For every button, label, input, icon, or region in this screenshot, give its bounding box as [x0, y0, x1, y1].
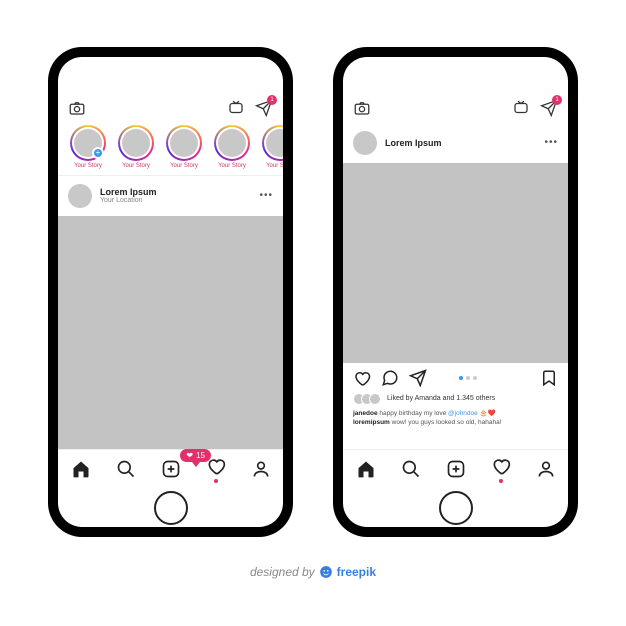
post-header: Lorem Ipsum •••: [343, 123, 568, 163]
credit-prefix: designed by: [250, 565, 315, 579]
dm-badge: 1: [552, 95, 562, 105]
like-count: 15: [196, 451, 205, 460]
search-icon[interactable]: [401, 459, 421, 479]
send-icon[interactable]: 1: [540, 99, 558, 117]
post-actions: [343, 363, 568, 389]
comment-emoji: 🎂❤️: [480, 410, 496, 417]
camera-icon[interactable]: [353, 99, 371, 117]
topbar: 1: [343, 95, 568, 123]
bottom-nav: [343, 449, 568, 489]
carousel-dots[interactable]: [459, 376, 477, 380]
likes-row[interactable]: Liked by Amanda and 1.345 others: [343, 389, 568, 407]
profile-icon[interactable]: [536, 459, 556, 479]
comments: janedoe happy birthday my love @johndoe …: [343, 407, 568, 433]
story-label: Your Story: [74, 163, 102, 169]
story-item[interactable]: + Your Story: [68, 125, 108, 169]
notification-dot: [499, 479, 503, 483]
tv-icon[interactable]: [512, 99, 530, 117]
home-icon[interactable]: [71, 459, 91, 479]
post-header: Lorem Ipsum Your Location •••: [58, 176, 283, 216]
tv-icon[interactable]: [227, 99, 245, 117]
notification-dot: [214, 479, 218, 483]
post-location[interactable]: Your Location: [100, 197, 157, 204]
story-item[interactable]: Your Story: [212, 125, 252, 169]
story-item[interactable]: Your Story: [116, 125, 156, 169]
home-button[interactable]: [439, 491, 473, 525]
comment-text: happy birthday my love: [379, 410, 448, 417]
story-label: Your Story: [170, 163, 198, 169]
freepik-logo-icon: [319, 565, 333, 580]
comment-user: janedoe: [353, 410, 378, 417]
more-icon[interactable]: •••: [544, 137, 558, 148]
dm-badge: 1: [267, 95, 277, 105]
like-bubble: ❤ 15: [180, 449, 211, 467]
camera-icon[interactable]: [68, 99, 86, 117]
story-label: Your Story: [218, 163, 246, 169]
comment-user: loremipsum: [353, 419, 390, 426]
likes-text: Liked by Amanda and 1.345 others: [387, 395, 495, 402]
topbar: 1: [58, 95, 283, 123]
bookmark-icon[interactable]: [540, 369, 558, 387]
home-icon[interactable]: [356, 459, 376, 479]
home-button[interactable]: [154, 491, 188, 525]
post-user[interactable]: Lorem Ipsum: [385, 138, 442, 148]
stories-row: + Your Story Your Story Your Story Your …: [58, 123, 283, 176]
avatar[interactable]: [68, 184, 92, 208]
search-icon[interactable]: [116, 459, 136, 479]
add-post-icon[interactable]: [161, 459, 181, 479]
avatar[interactable]: [353, 131, 377, 155]
story-item[interactable]: Your Story: [164, 125, 204, 169]
mention[interactable]: @johndoe: [448, 410, 478, 417]
story-label: Your Story: [266, 163, 283, 169]
comment-icon[interactable]: [381, 369, 399, 387]
comment[interactable]: janedoe happy birthday my love @johndoe …: [353, 409, 558, 418]
profile-icon[interactable]: [251, 459, 271, 479]
credit: designed by freepik: [250, 565, 376, 580]
more-icon[interactable]: •••: [259, 190, 273, 201]
post-image[interactable]: [343, 163, 568, 363]
bottom-nav: [58, 449, 283, 489]
post-image[interactable]: [58, 216, 283, 449]
share-icon[interactable]: [409, 369, 427, 387]
comment[interactable]: loremipsum wow! you guys looked so old, …: [353, 418, 558, 427]
heart-icon[interactable]: [491, 456, 511, 476]
story-item[interactable]: Your Story: [260, 125, 283, 169]
send-icon[interactable]: 1: [255, 99, 273, 117]
credit-brand: freepik: [337, 565, 376, 579]
heart-icon[interactable]: [353, 369, 371, 387]
comment-text: wow! you guys looked so old, hahaha!: [392, 419, 502, 426]
post-user[interactable]: Lorem Ipsum: [100, 187, 157, 197]
phone-right: 1 Lorem Ipsum •••: [333, 47, 578, 537]
plus-icon: +: [92, 147, 104, 159]
story-label: Your Story: [122, 163, 150, 169]
heart-icon: ❤: [186, 451, 193, 460]
add-post-icon[interactable]: [446, 459, 466, 479]
phone-left: 1 + Your Story Your Story Your Story You…: [48, 47, 293, 537]
avatar: [369, 393, 381, 405]
